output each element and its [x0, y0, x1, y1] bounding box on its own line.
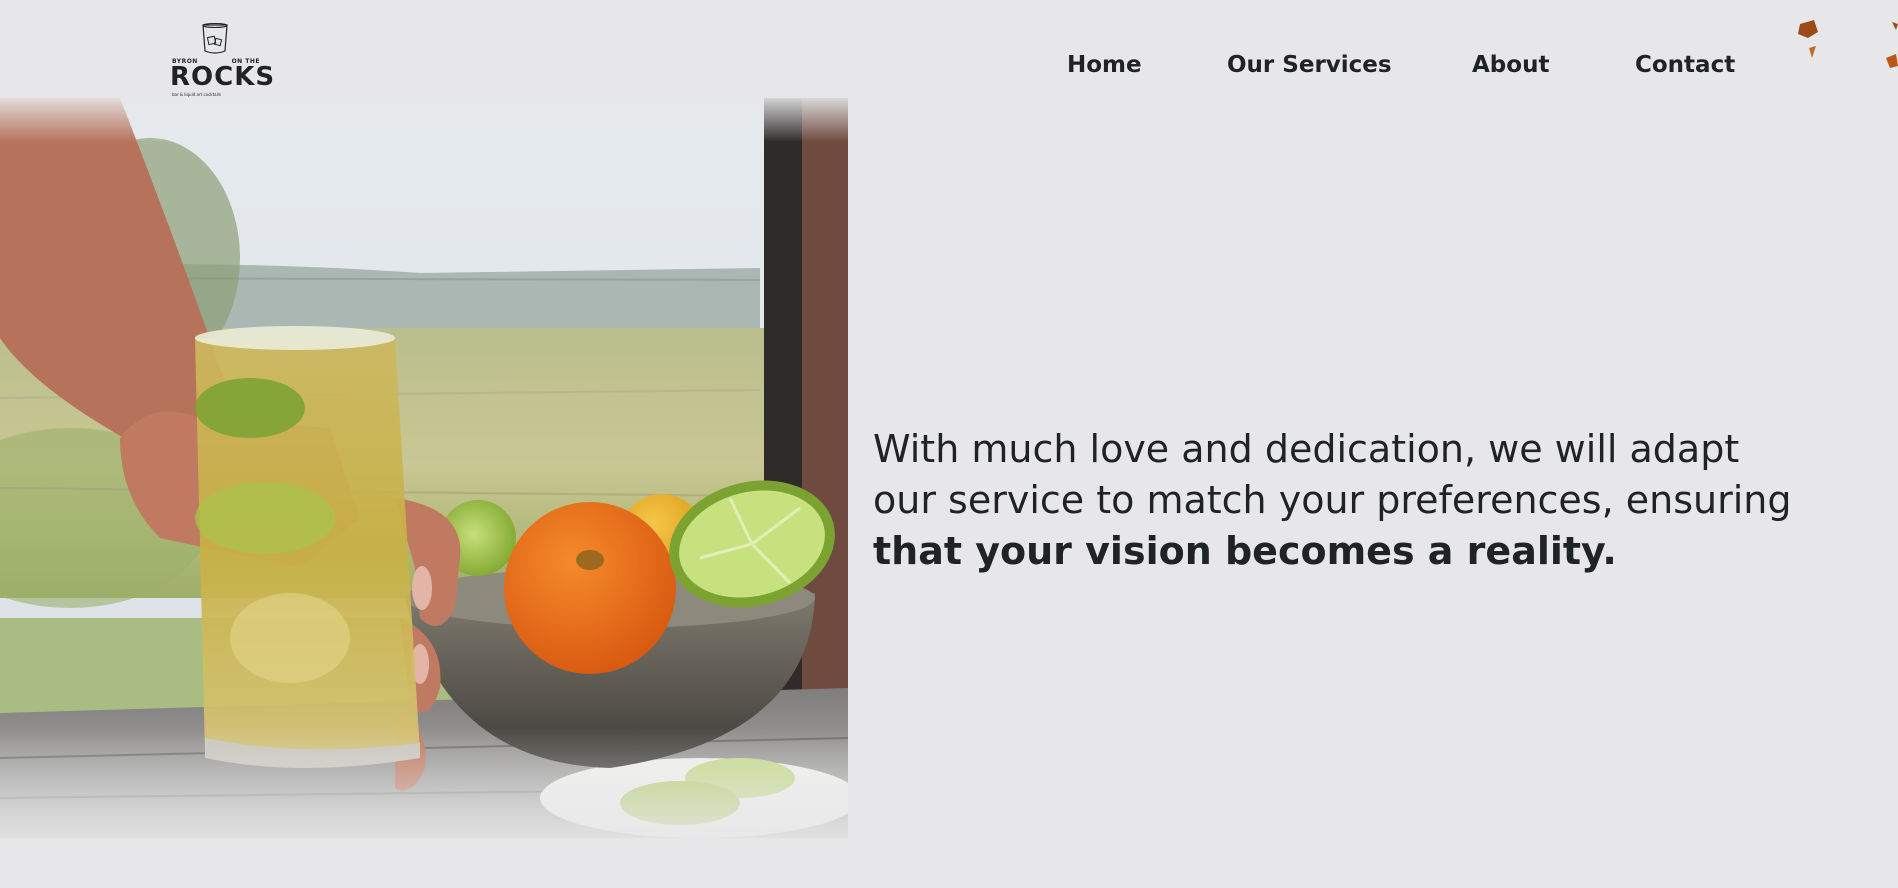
nav-contact[interactable]: Contact [1635, 52, 1735, 78]
confetti-piece [1892, 22, 1898, 30]
confetti-piece [1798, 20, 1818, 38]
confetti-piece [1809, 46, 1816, 58]
hero-statement-regular: With much love and dedication, we will a… [873, 427, 1792, 522]
whisky-glass-icon [202, 23, 228, 54]
nav-about[interactable]: About [1472, 52, 1549, 78]
logo-wordmark: ROCKS [170, 62, 276, 92]
site-logo[interactable]: BYRON ON THE ROCKS bar & liquid art cock… [170, 22, 276, 98]
drink-and-citrus-illustration [0, 98, 848, 838]
site-header: BYRON ON THE ROCKS bar & liquid art cock… [0, 0, 1898, 98]
hero-image [0, 98, 848, 838]
confetti-decoration [1798, 20, 1898, 68]
nav-our-services[interactable]: Our Services [1227, 52, 1392, 78]
logo-tagline: bar & liquid art cocktails [172, 92, 221, 97]
hero-statement: With much love and dedication, we will a… [873, 424, 1793, 577]
nav-home[interactable]: Home [1067, 52, 1142, 78]
hero-statement-bold: that your vision becomes a reality. [873, 529, 1617, 573]
confetti-piece [1886, 54, 1898, 68]
